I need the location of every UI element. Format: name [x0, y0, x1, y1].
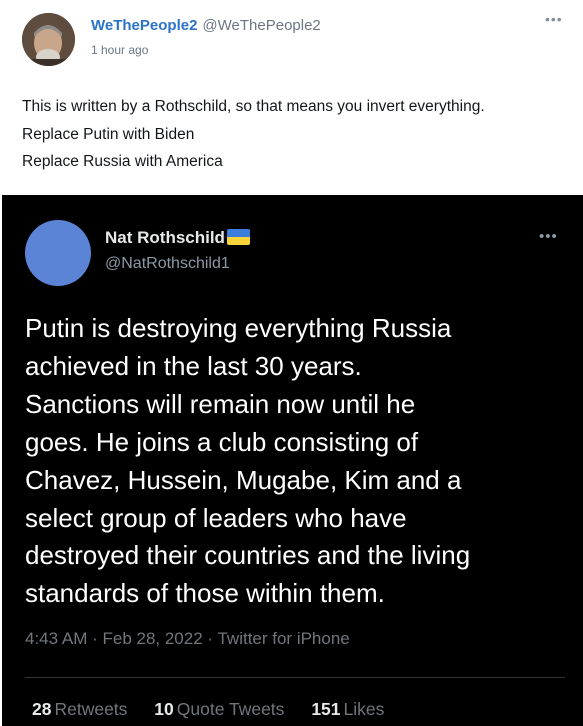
tweet-text: Putin is destroying everything Russia ac…: [25, 310, 470, 613]
tweet-line: select group of leaders who have: [25, 502, 407, 533]
more-horizontal-icon[interactable]: •••: [545, 11, 563, 27]
quotes-stat: 10 Quote Tweets: [154, 699, 284, 719]
post-author: WeThePeople2 @WeThePeople2: [91, 17, 321, 34]
post-body: This is written by a Rothschild, so that…: [22, 93, 485, 176]
tweet-display-name: Nat Rothschild: [105, 228, 225, 247]
tweet-line: Putin is destroying everything Russia: [25, 313, 452, 343]
likes-count: 151: [311, 699, 341, 719]
tweet-line: Sanctions will remain now until he: [25, 388, 416, 419]
tweet-line: destroyed their countries and the living: [25, 540, 471, 571]
tweet-author: Nat Rothschild: [105, 228, 250, 248]
tweet-avatar: [25, 220, 91, 286]
quotes-label: Quote Tweets: [176, 699, 285, 719]
post-timestamp[interactable]: 1 hour ago: [91, 43, 148, 57]
user-avatar[interactable]: [22, 13, 75, 66]
divider: [25, 677, 565, 678]
likes-label: Likes: [343, 699, 385, 719]
tweet-line: achieved in the last 30 years.: [25, 350, 362, 381]
retweets-count: 28: [32, 699, 52, 719]
embedded-tweet-screenshot: Nat Rothschild @NatRothschild1 ••• Putin…: [2, 195, 583, 726]
forum-post: WeThePeople2 @WeThePeople2 1 hour ago •••…: [0, 0, 583, 195]
tweet-meta: 4:43 AM · Feb 28, 2022 · Twitter for iPh…: [25, 629, 350, 648]
post-line: This is written by a Rothschild, so that…: [22, 98, 485, 115]
tweet-handle: @NatRothschild1: [105, 255, 230, 272]
author-display-name[interactable]: WeThePeople2: [91, 17, 197, 34]
post-line: Replace Russia with America: [22, 153, 223, 170]
retweets-stat: 28 Retweets: [32, 699, 127, 719]
likes-stat: 151 Likes: [311, 699, 384, 719]
tweet-stats: 28 Retweets 10 Quote Tweets 151 Likes: [32, 699, 406, 720]
post-line: Replace Putin with Biden: [22, 125, 195, 143]
author-handle[interactable]: @WeThePeople2: [202, 17, 320, 34]
retweets-label: Retweets: [54, 699, 128, 719]
more-horizontal-icon: •••: [539, 228, 558, 245]
ukraine-flag-icon: [226, 229, 250, 245]
tweet-line: goes. He joins a club consisting of: [25, 426, 419, 457]
quotes-count: 10: [154, 699, 174, 719]
tweet-line: standards of those within them.: [25, 578, 385, 609]
tweet-line: Chavez, Hussein, Mugabe, Kim and a: [25, 464, 462, 495]
